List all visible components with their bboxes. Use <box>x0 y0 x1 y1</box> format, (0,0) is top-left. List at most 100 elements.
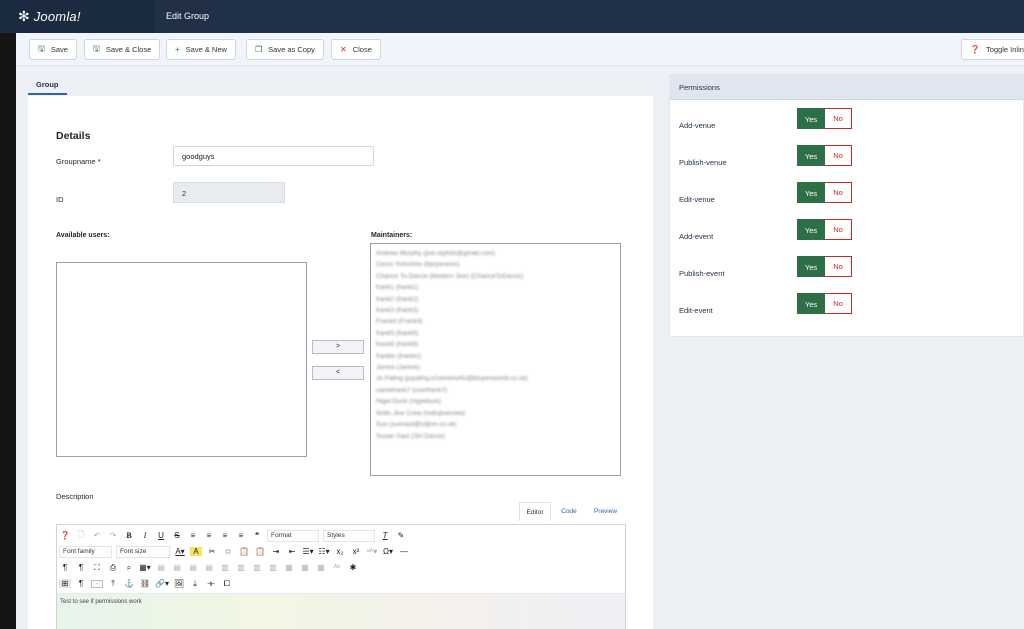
upload-icon[interactable]: ⤒ <box>107 579 119 589</box>
permission-switch-add-event[interactable]: Yes No <box>797 219 852 240</box>
tab-editor[interactable]: Editor <box>519 502 551 521</box>
tab-preview[interactable]: Preview <box>588 502 623 521</box>
align-center-icon[interactable]: ≡ <box>203 531 215 540</box>
styles-select[interactable]: Styles <box>323 529 375 542</box>
copy-icon[interactable]: ⧉ <box>222 547 234 557</box>
redo-icon[interactable]: ↷ <box>107 531 119 540</box>
strikethrough-icon[interactable]: S <box>171 531 183 540</box>
remove-maintainer-button[interactable]: < <box>312 366 364 380</box>
table-col-icon[interactable]: ▥ <box>235 563 247 572</box>
new-document-icon[interactable]: 🗋 <box>75 529 87 543</box>
table-icon[interactable]: ▦▾ <box>139 563 151 572</box>
table-split-icon[interactable]: ▦ <box>299 563 311 572</box>
format-select[interactable]: Format <box>267 529 319 542</box>
no-option[interactable]: No <box>825 182 852 203</box>
yes-option[interactable]: Yes <box>797 293 825 314</box>
list-item[interactable]: frank1 (frank1) <box>376 282 615 293</box>
align-justify-icon[interactable]: ≡ <box>235 531 247 540</box>
gear-icon[interactable]: ✱ <box>347 563 359 572</box>
cut-icon[interactable]: ✂ <box>206 547 218 556</box>
link-icon[interactable]: 🔗▾ <box>155 579 169 588</box>
outdent-icon[interactable]: ⇤ <box>286 547 298 556</box>
list-item[interactable]: frank5 (frank5) <box>376 328 615 339</box>
bullet-list-icon[interactable]: ☰▾ <box>302 547 314 556</box>
page-break-icon[interactable]: ⤓ <box>189 579 201 589</box>
permission-switch-edit-event[interactable]: Yes No <box>797 293 852 314</box>
pen-icon[interactable]: ✎ <box>395 531 407 540</box>
no-option[interactable]: No <box>825 145 852 166</box>
available-users-list[interactable] <box>56 262 307 457</box>
paste-text-icon[interactable]: 📋 <box>254 547 266 556</box>
bold-icon[interactable]: B <box>123 531 135 540</box>
print-icon[interactable]: ⎙ <box>107 563 119 573</box>
image-icon[interactable]: 🖼 <box>173 579 185 588</box>
spellcheck-icon[interactable]: ᴬᵇ <box>331 563 343 572</box>
align-right-icon[interactable]: ≡ <box>219 531 231 540</box>
list-item[interactable]: Jo Paling (jopaling.e1windowfix@btopenwo… <box>376 373 615 384</box>
clear-format-icon[interactable]: T <box>379 531 391 540</box>
ltr-icon[interactable]: ¶ <box>59 563 71 572</box>
table-col-icon[interactable]: ▥ <box>219 563 231 572</box>
tab-code[interactable]: Code <box>556 502 582 521</box>
save-new-button[interactable]: + Save & New <box>166 39 236 60</box>
fullscreen-icon[interactable]: ⛶ <box>91 563 103 573</box>
table-row-icon[interactable]: ▤ <box>187 563 199 572</box>
search-icon[interactable]: ⌕ <box>123 563 135 573</box>
maintainers-list[interactable]: Andrew Murphy (jive.stylists@gmail.com) … <box>370 243 621 476</box>
list-item[interactable]: franktc (franktc) <box>376 351 615 362</box>
list-item[interactable]: Janice (Janice) <box>376 362 615 373</box>
list-item[interactable]: frank6 (frank6) <box>376 339 615 350</box>
list-item[interactable]: Frank4 (Frank4) <box>376 316 615 327</box>
editor-content[interactable]: Test to see if permissions work <box>57 593 625 629</box>
undo-icon[interactable]: ↶ <box>91 531 103 540</box>
close-button[interactable]: ✕ Close <box>331 39 381 60</box>
no-option[interactable]: No <box>825 256 852 277</box>
yes-option[interactable]: Yes <box>797 256 825 277</box>
direction-icon[interactable]: ᵃᴬ▾ <box>366 547 378 556</box>
code-sample-icon[interactable]: · <box>91 579 103 588</box>
visual-blocks-icon[interactable]: ⊞ <box>59 579 71 588</box>
brand[interactable]: ✻ Joomla! <box>0 0 155 33</box>
table-cell-icon[interactable]: ▤ <box>155 563 167 572</box>
table-row-icon[interactable]: ▤ <box>203 563 215 572</box>
no-option[interactable]: No <box>825 108 852 129</box>
table-delete-icon[interactable]: ▦ <box>315 563 327 572</box>
background-color-icon[interactable]: A <box>190 547 202 556</box>
font-family-select[interactable]: Font family <box>59 545 112 558</box>
special-character-icon[interactable]: Ω▾ <box>382 547 394 556</box>
table-row-icon[interactable]: ▤ <box>171 563 183 572</box>
list-item[interactable]: Susan Saul (SH Dance) <box>376 431 615 442</box>
yes-option[interactable]: Yes <box>797 219 825 240</box>
yes-option[interactable]: Yes <box>797 108 825 129</box>
anchor-icon[interactable]: ⚓ <box>123 579 135 588</box>
horizontal-rule-icon[interactable]: — <box>398 547 410 556</box>
table-col-icon[interactable]: ▥ <box>251 563 263 572</box>
yes-option[interactable]: Yes <box>797 145 825 166</box>
text-color-icon[interactable]: A▾ <box>174 547 186 556</box>
list-item[interactable]: namefrank7 (userfrank7) <box>376 385 615 396</box>
no-option[interactable]: No <box>825 293 852 314</box>
permission-switch-publish-venue[interactable]: Yes No <box>797 145 852 166</box>
indent-icon[interactable]: ⇥ <box>270 547 282 556</box>
table-col-icon[interactable]: ▥ <box>267 563 279 572</box>
numbered-list-icon[interactable]: ☷▾ <box>318 547 330 556</box>
permission-switch-add-venue[interactable]: Yes No <box>797 108 852 129</box>
subscript-icon[interactable]: x₂ <box>334 547 346 556</box>
list-item[interactable]: Andrew Murphy (jive.stylists@gmail.com) <box>376 248 615 259</box>
italic-icon[interactable]: I <box>139 531 151 540</box>
align-left-icon[interactable]: ≡ <box>187 531 199 540</box>
list-item[interactable]: Notts Jive Crew (nottsjivecrew) <box>376 408 615 419</box>
superscript-icon[interactable]: x² <box>350 547 362 556</box>
permission-switch-edit-venue[interactable]: Yes No <box>797 182 852 203</box>
help-icon[interactable]: ❓ <box>59 531 71 540</box>
template-icon[interactable]: ⧠ <box>221 579 233 589</box>
save-close-button[interactable]: 🖫 Save & Close <box>84 39 161 60</box>
groupname-input[interactable]: goodguys <box>173 146 374 166</box>
save-button[interactable]: 🖫 Save <box>29 39 77 60</box>
tab-group[interactable]: Group <box>28 77 67 95</box>
unlink-icon[interactable]: ⛓ <box>139 579 151 588</box>
list-item[interactable]: Nigel Duck (nigelduck) <box>376 396 615 407</box>
paste-icon[interactable]: 📋 <box>238 547 250 556</box>
show-blocks-icon[interactable]: ¶ <box>75 579 87 588</box>
font-size-select[interactable]: Font size <box>116 545 170 558</box>
